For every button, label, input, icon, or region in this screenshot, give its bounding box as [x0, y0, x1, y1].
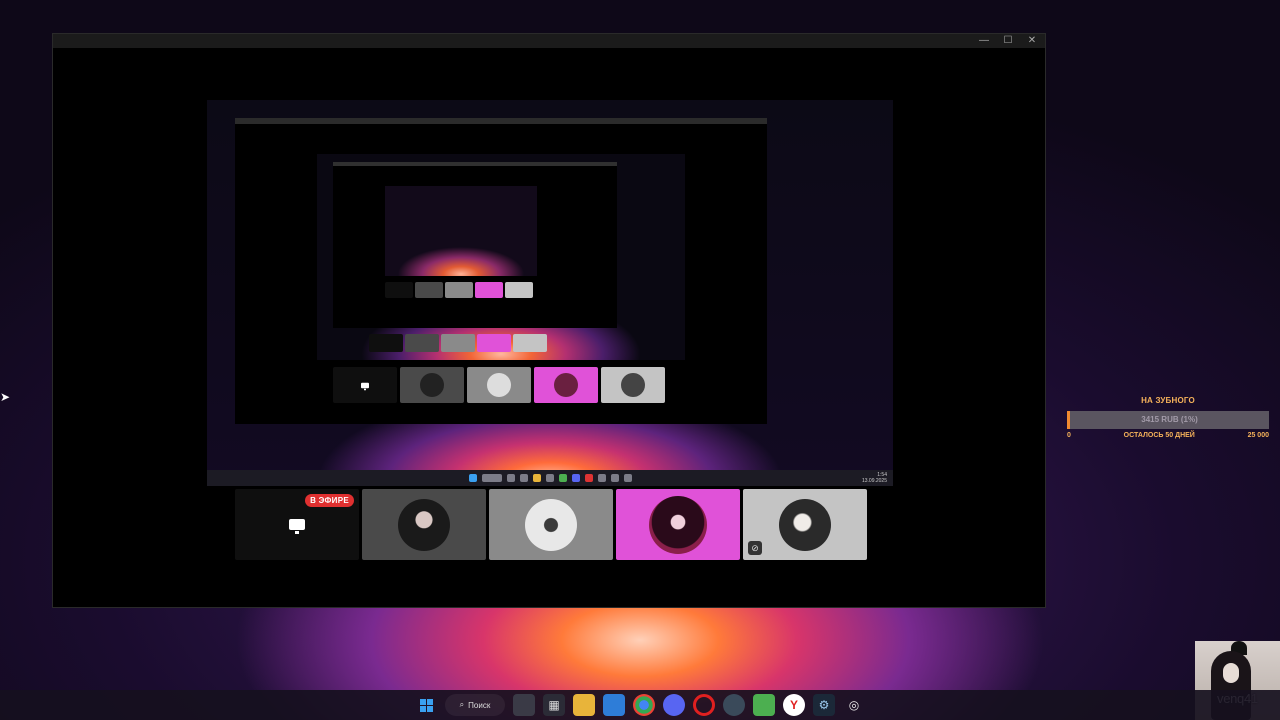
telegram-icon[interactable] — [603, 694, 625, 716]
window-titlebar: — ☐ ✕ — [53, 34, 1045, 48]
tile-participant[interactable] — [489, 489, 613, 560]
donation-progress-text: 3415 RUB (1%) — [1141, 415, 1198, 424]
nested-tile — [385, 282, 413, 298]
chrome-icon — [558, 474, 567, 482]
taskbar: ⌕ Поиск ▦ Y ⚙ ◎ — [0, 690, 1280, 720]
steam-icon[interactable]: ⚙ — [813, 694, 835, 716]
app-icon — [597, 474, 606, 482]
nested-tile — [477, 334, 511, 352]
nested-tile — [475, 282, 503, 298]
nested-tile — [467, 367, 531, 403]
avatar — [779, 498, 831, 551]
taskbar-search[interactable]: ⌕ Поиск — [445, 694, 505, 716]
avatar — [649, 495, 707, 554]
nested-tile — [534, 367, 598, 403]
app-icon — [623, 474, 632, 482]
tile-participant-speaking[interactable] — [616, 489, 740, 560]
app-icon[interactable] — [723, 694, 745, 716]
file-explorer-icon[interactable] — [573, 694, 595, 716]
donation-min: 0 — [1067, 432, 1071, 439]
windows-icon — [468, 474, 477, 482]
donation-title: НА ЗУБНОГО — [1141, 396, 1195, 405]
nested-screen-share-3 — [385, 186, 537, 276]
donation-footer: 0 ОСТАЛОСЬ 50 ДНЕЙ 25 000 — [1067, 432, 1269, 439]
nested-clock: 1:54 13.09.2025 — [861, 472, 887, 484]
nested-tile — [505, 282, 533, 298]
nested-tile — [601, 367, 665, 403]
avatar — [525, 498, 577, 551]
close-button[interactable]: ✕ — [1027, 36, 1037, 46]
avatar — [398, 498, 450, 551]
nested-tile — [415, 282, 443, 298]
nested-taskbar: 1:54 13.09.2025 — [207, 470, 893, 486]
app-icon — [610, 474, 619, 482]
nested-tile — [400, 367, 464, 403]
folder-icon — [532, 474, 541, 482]
task-view-icon[interactable] — [513, 694, 535, 716]
donation-remaining: ОСТАЛОСЬ 50 ДНЕЙ — [1123, 432, 1195, 439]
participant-tiles: В ЭФИРЕ ⊘ — [235, 489, 867, 560]
windows-icon — [419, 698, 433, 712]
donation-goal-widget: НА ЗУБНОГО 3415 RUB (1%) 0 ОСТАЛОСЬ 50 Д… — [1067, 396, 1269, 439]
nested-tile — [441, 334, 475, 352]
nested-tile — [445, 282, 473, 298]
nested-tiles-2 — [369, 334, 547, 352]
nested-tiles-1 — [333, 367, 665, 403]
live-badge: В ЭФИРЕ — [305, 494, 354, 507]
start-button[interactable] — [415, 694, 437, 716]
nested-tile — [405, 334, 439, 352]
nested-tiles-3 — [385, 282, 533, 298]
donation-progress-bar: 3415 RUB (1%) — [1067, 411, 1269, 429]
maximize-button[interactable]: ☐ — [1003, 36, 1013, 46]
monitor-icon — [289, 519, 305, 534]
nested-call-window-2 — [333, 162, 617, 328]
yandex-browser-icon[interactable]: Y — [783, 694, 805, 716]
streamer-face — [1223, 663, 1239, 683]
video-off-icon: ⊘ — [748, 541, 762, 555]
call-window: — ☐ ✕ 1:54 13.09.2025 В ЭФИРЕ ⊘ — [52, 33, 1046, 608]
app-icon — [545, 474, 554, 482]
search-icon: ⌕ — [459, 700, 465, 709]
nested-tile — [513, 334, 547, 352]
widgets-icon[interactable]: ▦ — [543, 694, 565, 716]
search-icon — [481, 474, 502, 482]
discord-icon — [571, 474, 580, 482]
obs-icon[interactable]: ◎ — [843, 694, 865, 716]
chrome-icon[interactable] — [633, 694, 655, 716]
mouse-cursor: ➤ — [0, 390, 11, 404]
nested-call-window — [235, 118, 767, 424]
app-icon[interactable] — [753, 694, 775, 716]
minimize-button[interactable]: — — [979, 36, 989, 46]
app-icon — [519, 474, 528, 482]
tile-participant[interactable]: ⊘ — [743, 489, 867, 560]
nested-screen-share — [317, 154, 685, 360]
tile-participant[interactable] — [362, 489, 486, 560]
search-label: Поиск — [468, 700, 491, 710]
tile-screen-share[interactable]: В ЭФИРЕ — [235, 489, 359, 560]
screen-share-stream[interactable]: 1:54 13.09.2025 — [207, 100, 893, 486]
opera-icon[interactable] — [693, 694, 715, 716]
donation-max: 25 000 — [1247, 432, 1269, 439]
nested-tile — [333, 367, 397, 403]
nested-tile — [369, 334, 403, 352]
discord-icon[interactable] — [663, 694, 685, 716]
opera-icon — [584, 474, 593, 482]
app-icon — [506, 474, 515, 482]
